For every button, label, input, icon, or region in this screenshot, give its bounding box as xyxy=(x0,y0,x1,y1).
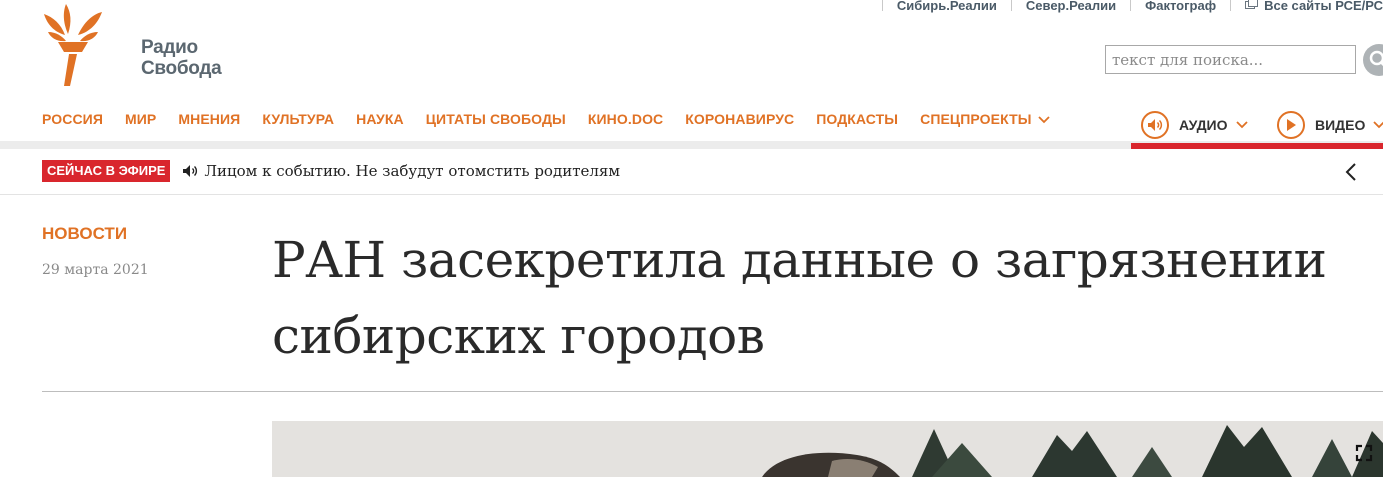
audio-label: АУДИО xyxy=(1179,117,1228,133)
fullscreen-button[interactable] xyxy=(1355,444,1373,462)
search-button[interactable] xyxy=(1363,44,1383,76)
search-icon xyxy=(1369,50,1383,67)
divider xyxy=(1010,0,1012,11)
nav-opinions[interactable]: МНЕНИЯ xyxy=(178,111,240,127)
toplink-all-sites-label: Все сайты РСЕ/РС xyxy=(1264,0,1383,13)
expand-icon xyxy=(1355,444,1373,462)
nav-culture[interactable]: КУЛЬТУРА xyxy=(262,111,334,127)
chevron-down-icon xyxy=(1235,121,1248,129)
ticker-divider xyxy=(0,194,1383,195)
main-navigation: РОССИЯ МИР МНЕНИЯ КУЛЬТУРА НАУКА ЦИТАТЫ … xyxy=(42,109,1072,129)
publish-date: 29 марта 2021 xyxy=(42,262,149,278)
toplink-sever-realii[interactable]: Север.Реалии xyxy=(1026,0,1116,13)
logo-wordmark: Радио Свобода xyxy=(141,37,222,79)
site-logo[interactable]: Радио Свобода xyxy=(40,0,222,90)
hero-photo xyxy=(272,421,1383,477)
video-menu-button[interactable]: ВИДЕО xyxy=(1267,101,1383,149)
speaker-icon xyxy=(183,165,198,177)
video-icon-circle xyxy=(1277,111,1305,139)
sites-icon xyxy=(1245,0,1259,9)
logo-line-1: Радио xyxy=(141,37,198,58)
toplink-faktograf[interactable]: Фактограф xyxy=(1145,0,1216,13)
nav-special-projects[interactable]: СПЕЦПРОЕКТЫ xyxy=(920,111,1050,127)
audio-icon-circle xyxy=(1141,111,1169,139)
audio-active-bar xyxy=(1131,143,1271,149)
nav-special-projects-label: СПЕЦПРОЕКТЫ xyxy=(920,111,1032,127)
search-input[interactable] xyxy=(1105,45,1356,74)
article-divider xyxy=(42,391,1383,392)
ticker-prev-button[interactable] xyxy=(1342,160,1360,184)
article-headline: РАН засекретила данные о загрязнении сиб… xyxy=(272,231,1327,365)
toplink-sibir-realii[interactable]: Сибирь.Реалии xyxy=(897,0,997,13)
speaker-icon xyxy=(1148,119,1163,131)
nav-world[interactable]: МИР xyxy=(125,111,156,127)
chevron-down-icon xyxy=(1037,116,1050,124)
video-label: ВИДЕО xyxy=(1315,117,1366,133)
nav-podcasts[interactable]: ПОДКАСТЫ xyxy=(816,111,898,127)
play-icon xyxy=(1287,119,1296,131)
nav-science[interactable]: НАУКА xyxy=(356,111,404,127)
on-air-ticker: СЕЙЧАС В ЭФИРЕ Лицом к событию. Не забуд… xyxy=(42,160,620,182)
torch-logo-icon xyxy=(44,4,102,86)
on-air-program-link[interactable]: Лицом к событию. Не забудут отомстить ро… xyxy=(204,162,620,180)
divider xyxy=(881,0,883,11)
hero-image xyxy=(272,421,1383,477)
nav-quotes[interactable]: ЦИТАТЫ СВОБОДЫ xyxy=(426,111,566,127)
divider xyxy=(1130,0,1132,11)
nav-kino-doc[interactable]: КИНО.DOC xyxy=(588,111,663,127)
nav-coronavirus[interactable]: КОРОНАВИРУС xyxy=(685,111,794,127)
audio-menu-button[interactable]: АУДИО xyxy=(1131,101,1271,149)
section-label-news[interactable]: НОВОСТИ xyxy=(42,224,127,244)
on-air-badge: СЕЙЧАС В ЭФИРЕ xyxy=(42,160,171,182)
top-service-links: Сибирь.Реалии Север.Реалии Фактограф Все… xyxy=(868,0,1383,13)
chevron-down-icon xyxy=(1373,121,1383,129)
logo-line-2: Свобода xyxy=(141,58,222,79)
nav-russia[interactable]: РОССИЯ xyxy=(42,111,103,127)
divider xyxy=(1230,0,1232,11)
chevron-left-icon xyxy=(1345,163,1356,181)
video-active-bar xyxy=(1267,143,1383,149)
toplink-all-sites[interactable]: Все сайты РСЕ/РС xyxy=(1245,0,1383,13)
